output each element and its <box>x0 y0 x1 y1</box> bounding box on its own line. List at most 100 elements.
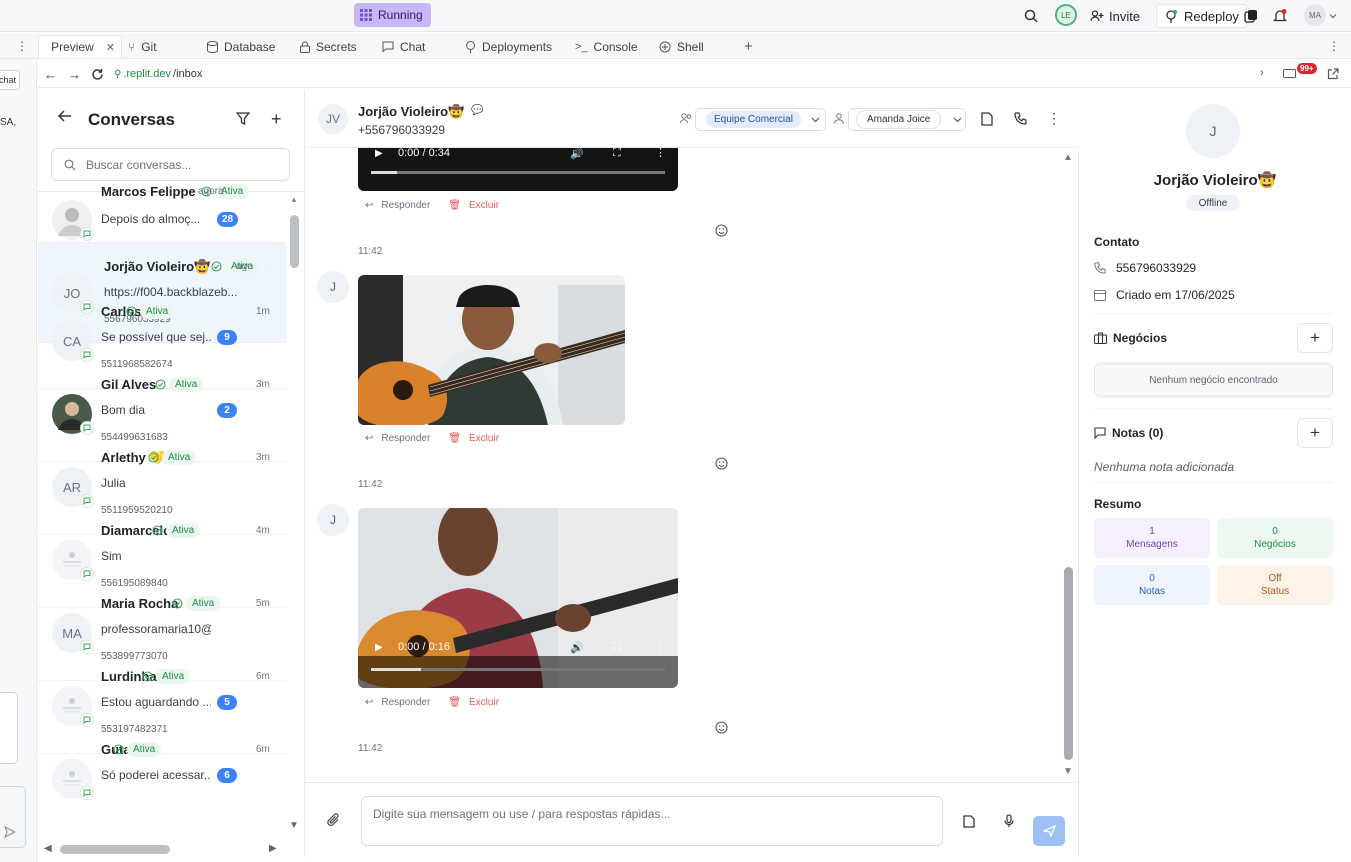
scroll-up-icon[interactable]: ▲ <box>1063 152 1073 163</box>
microphone-icon[interactable] <box>1004 814 1014 828</box>
scroll-right-icon[interactable]: ▶ <box>269 843 277 854</box>
chevron-down-icon <box>953 117 962 122</box>
scroll-left-icon[interactable]: ◀ <box>44 843 52 854</box>
conversation-item[interactable]: Marcos Felippe Ativa agora Depois do almoç.… <box>38 170 286 243</box>
image-message[interactable] <box>358 275 625 425</box>
timestamp: agora <box>198 186 224 197</box>
add-deal-button[interactable]: + <box>1297 323 1333 353</box>
side-input[interactable] <box>0 692 18 764</box>
fullscreen-icon[interactable]: ⛶ <box>613 148 621 160</box>
chat-button[interactable]: chat <box>0 70 20 90</box>
delete-button[interactable]: 🗑 Excluir <box>448 200 499 211</box>
add-note-button[interactable]: + <box>1297 418 1333 448</box>
video-menu-icon[interactable]: ⋮ <box>655 148 666 159</box>
devtools-badge[interactable]: 99+ <box>1297 63 1317 74</box>
reply-button[interactable]: ↩ Responder <box>365 697 430 708</box>
chat-scrollbar[interactable]: ▲ ▼ <box>1062 152 1076 780</box>
redeploy-button[interactable]: Redeploy <box>1156 4 1247 28</box>
user-avatar[interactable]: MA <box>1304 4 1326 26</box>
tab-chat[interactable]: Chat <box>376 35 431 58</box>
scroll-thumb[interactable] <box>290 215 299 268</box>
unread-count-badge: 9 <box>217 330 237 345</box>
tab-secrets[interactable]: Secrets <box>294 35 363 58</box>
fullscreen-icon[interactable]: ⛶ <box>613 641 621 654</box>
tab-database[interactable]: Database <box>201 35 281 58</box>
search-icon[interactable] <box>1024 4 1038 28</box>
reply-label: Responder <box>381 433 431 444</box>
play-icon[interactable]: ▶ <box>375 642 383 653</box>
list-scrollbar[interactable]: ▲ ▼ <box>288 195 301 835</box>
chevron-down-icon[interactable] <box>1329 4 1337 28</box>
back-icon[interactable]: ← <box>44 67 57 82</box>
tab-deployments[interactable]: Deployments <box>459 35 558 58</box>
terminal-icon: >_ <box>575 40 588 53</box>
send-button[interactable] <box>1033 816 1065 846</box>
forward-icon[interactable]: → <box>68 67 81 82</box>
invite-button[interactable]: Invite <box>1090 4 1140 28</box>
tab-console[interactable]: >_ Console <box>569 35 644 58</box>
progress-bar[interactable] <box>371 668 665 671</box>
delete-button[interactable]: 🗑 Excluir <box>448 697 499 708</box>
reply-icon: ↩ <box>365 697 374 708</box>
reply-button[interactable]: ↩ Responder <box>365 433 430 444</box>
bell-icon[interactable] <box>1273 4 1287 28</box>
copy-icon[interactable] <box>1244 4 1258 28</box>
send-icon <box>1042 825 1056 837</box>
avatar[interactable]: LE <box>1055 4 1077 26</box>
contact-name: Jorjão Violeiro🤠 <box>1153 172 1277 189</box>
chevron-right-icon[interactable]: › <box>1260 67 1264 79</box>
more-options-icon[interactable]: ⋮ <box>1047 110 1061 127</box>
scroll-thumb[interactable] <box>1064 567 1073 760</box>
conversation-item[interactable]: Guta Ativa 6m Só poderei acessar... 6 <box>38 742 286 820</box>
scroll-down-icon[interactable]: ▼ <box>289 820 299 831</box>
phone-icon[interactable] <box>1014 112 1027 125</box>
progress-bar[interactable] <box>371 171 665 174</box>
add-tab-icon[interactable]: + <box>738 35 759 58</box>
tab-git[interactable]: ⑂ Git <box>122 35 163 58</box>
tab-label: Preview <box>51 40 94 54</box>
conversation-item[interactable]: Lurdinha Ativa 6m Estou aguardando ... 5 5531… <box>38 669 286 754</box>
contact-phone: 554499631683 <box>101 432 168 443</box>
kebab-icon[interactable]: ⋮ <box>1328 39 1340 53</box>
send-icon[interactable] <box>4 826 16 838</box>
devices-icon[interactable] <box>1283 69 1296 80</box>
document-icon[interactable] <box>981 112 993 126</box>
back-arrow-icon[interactable] <box>58 110 72 122</box>
tab-preview[interactable]: Preview ✕ <box>38 35 122 58</box>
summary-heading: Resumo <box>1094 497 1141 511</box>
scroll-up-icon[interactable]: ▲ <box>290 195 298 204</box>
message-actions: ↩ Responder 🗑 Excluir <box>365 697 499 708</box>
agent-select[interactable]: Amanda Joice <box>848 108 966 131</box>
emoji-react-icon[interactable] <box>715 224 728 237</box>
scroll-down-icon[interactable]: ▼ <box>1063 766 1073 777</box>
timestamp: 5m <box>256 598 270 609</box>
reply-button[interactable]: ↩ Responder <box>365 200 430 211</box>
close-icon[interactable]: ✕ <box>106 41 115 54</box>
emoji-react-icon[interactable] <box>715 457 728 470</box>
play-icon[interactable]: ▶ <box>375 148 383 159</box>
running-button[interactable]: Running <box>354 3 431 27</box>
kebab-icon[interactable]: ⋮ <box>16 39 28 53</box>
filter-icon[interactable] <box>236 112 250 125</box>
scroll-thumb[interactable] <box>60 845 170 854</box>
address-field[interactable]: ⚲ .replit.dev/inbox <box>114 68 202 80</box>
external-link-icon[interactable] <box>1327 68 1339 80</box>
message-preview: Bom dia <box>101 403 146 417</box>
contact-avatar[interactable]: JV <box>318 104 348 134</box>
emoji-react-icon[interactable] <box>715 721 728 734</box>
delete-button[interactable]: 🗑 Excluir <box>448 433 499 444</box>
video-player[interactable]: ▶ 0:00 / 0:34 🔊 ⛶ ⋮ <box>358 148 678 191</box>
message-input[interactable]: Digite sua mensagem ou use / para respos… <box>361 796 943 846</box>
volume-icon[interactable]: 🔊 <box>570 641 584 654</box>
video-player[interactable]: ▶ 0:00 / 0:16 🔊 ⛶ ⋮ <box>358 508 678 688</box>
horizontal-scrollbar[interactable]: ◀ ▶ <box>38 842 288 856</box>
attachment-icon[interactable] <box>327 813 340 827</box>
deploy-icon <box>1164 9 1178 23</box>
team-select[interactable]: Equipe Comercial <box>695 108 826 131</box>
refresh-icon[interactable] <box>91 68 104 81</box>
video-menu-icon[interactable]: ⋮ <box>655 640 666 653</box>
volume-icon[interactable]: 🔊 <box>570 148 584 160</box>
tab-shell[interactable]: Shell <box>653 35 710 58</box>
add-conversation-icon[interactable]: + <box>271 109 282 130</box>
template-icon[interactable] <box>963 815 975 828</box>
